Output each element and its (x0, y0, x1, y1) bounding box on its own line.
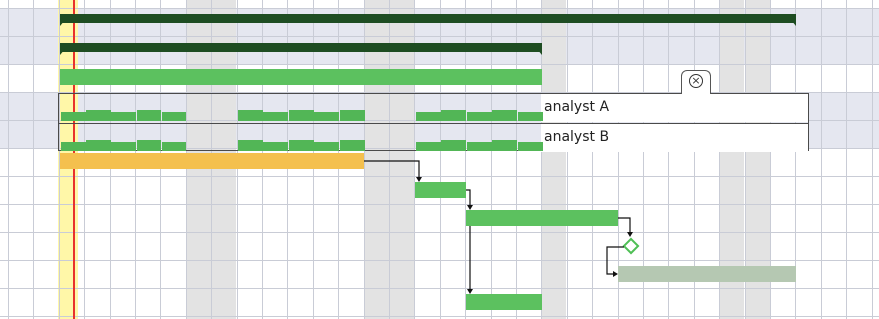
resource-row-analyst-a[interactable]: analyst A (59, 94, 808, 122)
resource-load-segment (467, 112, 492, 121)
resource-load-segment (137, 110, 161, 121)
resource-load-segment (314, 112, 339, 121)
close-popup-button[interactable]: × (681, 70, 711, 94)
resource-load-segment (238, 110, 263, 121)
resource-load-segment (314, 142, 339, 151)
resource-load-segment (263, 142, 288, 151)
resource-load-segment (340, 110, 365, 121)
link-arrowhead (613, 271, 618, 277)
resource-load-segment (111, 112, 136, 121)
resource-load-segment (289, 140, 314, 151)
resource-load-segment (340, 140, 365, 151)
resource-load-segment (263, 112, 288, 121)
resource-load-segment (441, 110, 466, 121)
resource-load-segment (61, 142, 86, 151)
resource-load-segment (518, 112, 543, 121)
dependency-link (618, 217, 631, 232)
resource-label: analyst B (544, 129, 610, 145)
resource-load-segment (467, 142, 492, 151)
resource-load-segment (492, 140, 517, 151)
link-arrowhead (467, 205, 473, 210)
dependency-link (606, 246, 624, 275)
resource-load-segment (289, 110, 314, 121)
resource-load-segment (86, 110, 111, 121)
resource-load-segment (441, 140, 466, 151)
resource-load-segment (162, 112, 186, 121)
resource-load-segment (518, 142, 543, 151)
dependency-link (364, 160, 420, 177)
dependency-links (364, 160, 633, 294)
link-arrowhead (467, 289, 473, 294)
resource-load-segment (162, 142, 186, 151)
resource-load-segment (416, 112, 441, 121)
resource-load-segment (86, 140, 111, 151)
resource-assignment-popup[interactable]: analyst A analyst B (58, 93, 809, 152)
resource-load-segment (137, 140, 161, 151)
resource-load-segment (111, 142, 136, 151)
resource-label-cell: analyst B (541, 124, 808, 152)
dependency-link (466, 189, 471, 205)
resource-label-cell: analyst A (541, 94, 808, 122)
resource-load-segment (416, 142, 441, 151)
close-circle-icon: × (689, 74, 703, 88)
resource-row-analyst-b[interactable]: analyst B (59, 123, 808, 152)
resource-load-segment (492, 110, 517, 121)
resource-load-segment (238, 140, 263, 151)
resource-load-segment (61, 112, 86, 121)
link-arrowhead (627, 232, 633, 237)
gantt-chart[interactable]: analyst A analyst B × (0, 0, 879, 319)
resource-label: analyst A (544, 99, 610, 115)
link-arrowhead (416, 177, 422, 182)
